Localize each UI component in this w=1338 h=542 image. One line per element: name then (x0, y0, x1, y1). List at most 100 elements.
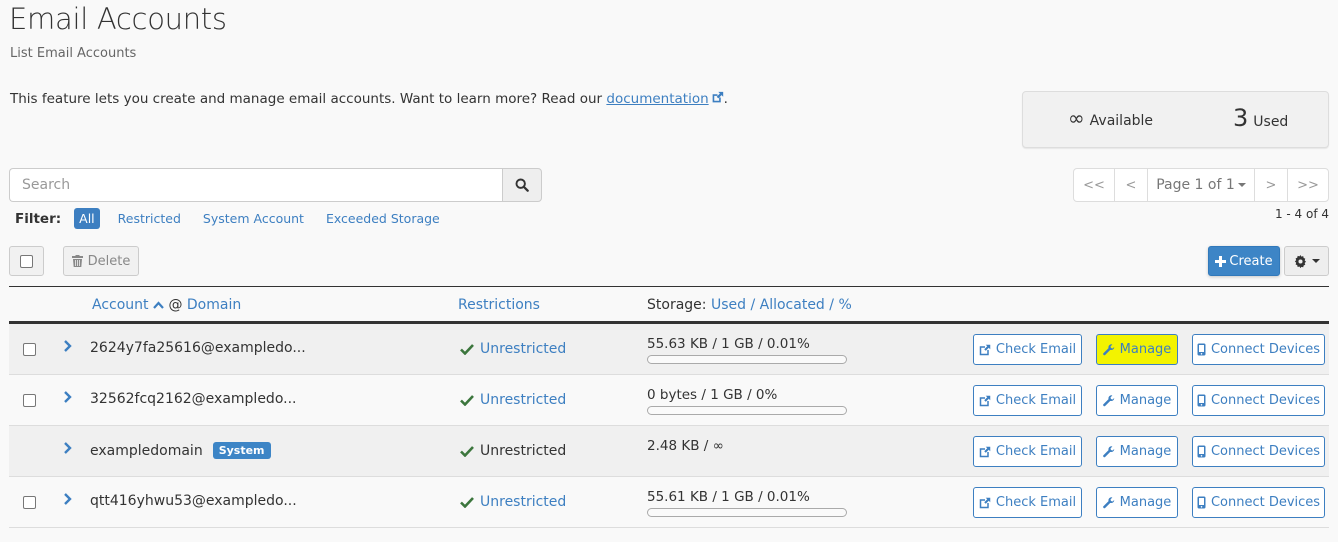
restriction-status[interactable]: Unrestricted (480, 494, 566, 510)
used-label: Used (1253, 114, 1289, 130)
storage-cell: 55.63 KB / 1 GB / 0.01% (647, 336, 847, 364)
prev-page-button[interactable]: < (1115, 169, 1148, 201)
sort-storage-used[interactable]: Used (711, 297, 746, 313)
storage-header: Storage: Used / Allocated / % (647, 297, 852, 313)
filter-all[interactable]: All (74, 208, 100, 229)
page-select[interactable]: Page 1 of 1 (1148, 169, 1255, 201)
check-email-button[interactable]: Check Email (973, 487, 1082, 518)
check-icon (460, 497, 474, 508)
create-button[interactable]: Create (1208, 246, 1280, 276)
mobile-device-icon (1197, 343, 1206, 356)
search-bar (9, 168, 542, 202)
checkbox-icon (23, 394, 36, 407)
row-checkbox[interactable] (23, 343, 36, 360)
account-name: qtt416yhwu53@exampledo... (90, 493, 297, 509)
select-all-checkbox[interactable] (9, 246, 44, 276)
gear-icon (1294, 254, 1306, 268)
email-accounts-table: Account @ Domain Restrictions Storage: U… (9, 286, 1329, 528)
sort-restrictions[interactable]: Restrictions (458, 297, 540, 313)
sort-domain[interactable]: Domain (187, 297, 241, 313)
connect-devices-button[interactable]: Connect Devices (1192, 334, 1325, 365)
expand-row-button[interactable] (63, 441, 72, 459)
last-page-button[interactable]: >> (1288, 169, 1328, 201)
check-icon (460, 446, 474, 457)
account-name: exampledomain (90, 442, 203, 459)
manage-button[interactable]: Manage (1096, 487, 1178, 518)
external-link-icon (979, 344, 991, 355)
page-title: Email Accounts (9, 2, 227, 36)
connect-devices-button[interactable]: Connect Devices (1192, 487, 1325, 518)
manage-button[interactable]: Manage (1096, 385, 1178, 416)
chevron-right-icon (64, 391, 72, 403)
external-link-icon (979, 497, 991, 508)
check-email-button[interactable]: Check Email (973, 334, 1082, 365)
storage-text: 2.48 KB / ∞ (647, 438, 724, 454)
storage-cell: 2.48 KB / ∞ (647, 438, 724, 454)
trash-icon (71, 255, 83, 267)
mobile-device-icon (1197, 496, 1206, 509)
table-header: Account @ Domain Restrictions Storage: U… (9, 286, 1329, 324)
used-value: 3 (1233, 104, 1249, 132)
storage-text: 55.63 KB / 1 GB / 0.01% (647, 336, 810, 352)
account-name: 32562fcq2162@exampledo... (90, 391, 297, 407)
row-checkbox[interactable] (23, 394, 36, 411)
check-icon (460, 395, 474, 406)
restriction-status[interactable]: Unrestricted (480, 392, 566, 408)
connect-devices-button[interactable]: Connect Devices (1192, 436, 1325, 467)
search-button[interactable] (502, 168, 542, 202)
storage-progress-bar (647, 406, 847, 415)
check-email-button[interactable]: Check Email (973, 436, 1082, 467)
mobile-device-icon (1197, 445, 1206, 458)
sort-storage-allocated[interactable]: Allocated (760, 297, 825, 313)
intro-body: This feature lets you create and manage … (10, 91, 607, 107)
at-sign: @ (168, 297, 183, 313)
account-domain-header: Account @ Domain (92, 297, 241, 313)
restriction-cell: Unrestricted (460, 494, 566, 510)
manage-button[interactable]: Manage (1096, 436, 1178, 467)
expand-row-button[interactable] (63, 339, 72, 357)
available-label: Available (1089, 113, 1154, 129)
checkbox-icon (23, 343, 36, 356)
used-stat: 3 Used (1233, 106, 1288, 130)
first-page-button[interactable]: << (1074, 169, 1115, 201)
sort-asc-icon (153, 301, 164, 309)
page-subtitle: List Email Accounts (10, 46, 137, 61)
expand-row-button[interactable] (63, 492, 72, 510)
wrench-icon (1102, 394, 1115, 406)
row-actions: Check Email Manage Connect Devices (973, 436, 1325, 467)
filter-system-account[interactable]: System Account (199, 208, 308, 229)
restriction-cell: Unrestricted (460, 341, 566, 357)
documentation-link[interactable]: documentation (606, 91, 708, 107)
table-row: qtt416yhwu53@exampledo... Unrestricted 5… (9, 477, 1329, 528)
expand-row-button[interactable] (63, 390, 72, 408)
wrench-icon (1102, 343, 1115, 355)
connect-devices-button[interactable]: Connect Devices (1192, 385, 1325, 416)
storage-progress-bar (647, 355, 847, 364)
external-link-icon (712, 91, 723, 103)
next-page-button[interactable]: > (1255, 169, 1288, 201)
account-cell: exampledomain System (90, 442, 271, 459)
account-cell: qtt416yhwu53@exampledo... (90, 493, 297, 509)
table-body: 2624y7fa25616@exampledo... Unrestricted … (9, 324, 1329, 528)
account-name: 2624y7fa25616@exampledo... (90, 340, 306, 356)
sort-account[interactable]: Account (92, 297, 149, 313)
row-actions: Check Email Manage Connect Devices (973, 487, 1325, 518)
filter-exceeded-storage[interactable]: Exceeded Storage (322, 208, 444, 229)
delete-button[interactable]: Delete (63, 246, 139, 276)
filter-restricted[interactable]: Restricted (114, 208, 185, 229)
pagination: << < Page 1 of 1 > >> (1073, 168, 1329, 202)
wrench-icon (1102, 445, 1115, 457)
settings-dropdown-button[interactable] (1284, 246, 1329, 276)
search-input[interactable] (9, 168, 502, 202)
account-stats-panel: ∞ Available 3 Used (1022, 91, 1329, 148)
restriction-cell: Unrestricted (460, 392, 566, 408)
check-email-button[interactable]: Check Email (973, 385, 1082, 416)
row-checkbox[interactable] (23, 496, 36, 513)
results-range: 1 - 4 of 4 (1274, 207, 1329, 221)
sort-storage-percent[interactable]: % (838, 297, 851, 313)
storage-cell: 55.61 KB / 1 GB / 0.01% (647, 489, 847, 517)
checkbox-icon (23, 496, 36, 509)
external-link-icon (979, 395, 991, 406)
restriction-status[interactable]: Unrestricted (480, 341, 566, 357)
manage-button[interactable]: Manage (1096, 334, 1178, 365)
